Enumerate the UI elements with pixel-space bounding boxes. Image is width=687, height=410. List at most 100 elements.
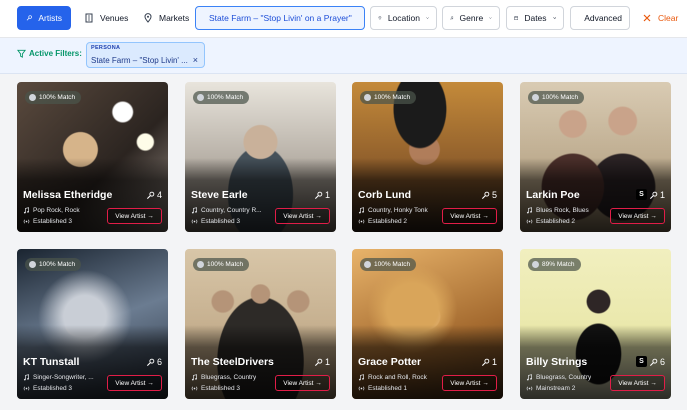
- view-artist-button[interactable]: View Artist →: [610, 208, 665, 224]
- show-count-value: 1: [491, 357, 497, 367]
- venues-tab[interactable]: Venues: [80, 6, 132, 30]
- established-line: Established 2: [526, 218, 575, 225]
- established-line: Established 1: [358, 385, 407, 392]
- microphone-icon: [649, 191, 658, 199]
- show-count-value: 1: [324, 357, 330, 367]
- match-text: 89% Match: [542, 261, 575, 268]
- established-text: Established 3: [201, 218, 241, 225]
- view-artist-button[interactable]: View Artist →: [275, 208, 330, 224]
- genre-text: Bluegrass, Country: [201, 374, 257, 381]
- match-text: 100% Match: [207, 94, 244, 101]
- show-count: 1: [314, 357, 330, 367]
- view-artist-button[interactable]: View Artist →: [610, 375, 665, 391]
- view-artist-button[interactable]: View Artist →: [442, 375, 497, 391]
- artist-name: Melissa Etheridge: [23, 189, 113, 201]
- artist-card[interactable]: 100% Match KT Tunstall 6 Singer-Songwrit…: [17, 249, 168, 399]
- music-note-icon: [23, 374, 29, 381]
- show-count-value: 5: [491, 190, 497, 200]
- artist-card[interactable]: 89% Match Billy Strings S 6 Bluegrass, C…: [520, 249, 671, 399]
- established-text: Mainstream 2: [536, 385, 576, 392]
- chip-remove-button[interactable]: ×: [193, 55, 198, 65]
- signal-icon: [191, 386, 198, 391]
- advanced-filter[interactable]: Advanced: [570, 6, 630, 30]
- artist-card[interactable]: 100% Match Steve Earle 1 Country, Countr…: [185, 82, 336, 232]
- chevron-down-icon: [552, 17, 556, 20]
- show-count-value: 1: [324, 190, 330, 200]
- artist-card[interactable]: 100% Match Melissa Etheridge 4 Pop Rock,…: [17, 82, 168, 232]
- show-count: 5: [481, 190, 497, 200]
- chip-title: PERSONA: [91, 45, 121, 51]
- persona-select-label: State Farm – "Stop Livin' on a Prayer": [209, 13, 352, 23]
- clear-button[interactable]: Clear: [638, 6, 682, 30]
- location-filter-label: Location: [387, 13, 420, 23]
- artist-name: Steve Earle: [191, 189, 248, 201]
- active-filters-text: Active Filters:: [29, 49, 82, 58]
- match-dot-icon: [29, 261, 36, 268]
- established-line: Established 2: [358, 218, 407, 225]
- view-artist-button[interactable]: View Artist →: [442, 208, 497, 224]
- top-toolbar: Artists Venues Markets State Farm – "Sto…: [0, 0, 687, 38]
- match-badge: 100% Match: [193, 258, 250, 271]
- microphone-icon: [314, 358, 323, 366]
- match-dot-icon: [364, 94, 371, 101]
- building-icon: [85, 13, 93, 23]
- signal-icon: [358, 386, 365, 391]
- close-icon: [643, 14, 651, 22]
- match-badge: 89% Match: [528, 258, 581, 271]
- signal-icon: [358, 219, 365, 224]
- dates-filter-label: Dates: [524, 13, 547, 23]
- established-text: Established 1: [368, 385, 408, 392]
- match-badge: 100% Match: [25, 258, 82, 271]
- microphone-icon: [481, 358, 490, 366]
- show-count: 4: [146, 190, 162, 200]
- chevron-down-icon: [426, 17, 429, 19]
- artist-card[interactable]: 100% Match Grace Potter 1 Rock and Roll,…: [352, 249, 503, 399]
- artist-card[interactable]: 100% Match Corb Lund 5 Country, Honky To…: [352, 82, 503, 232]
- markets-tab[interactable]: Markets: [139, 6, 193, 30]
- established-text: Established 3: [33, 218, 73, 225]
- show-count-value: 1: [659, 190, 665, 200]
- match-dot-icon: [197, 94, 204, 101]
- markets-tab-label: Markets: [159, 13, 190, 23]
- match-dot-icon: [532, 261, 539, 268]
- artist-name: Larkin Poe: [526, 189, 580, 201]
- genre-line: Country, Honky Tonk: [358, 207, 428, 214]
- music-note-icon: [526, 374, 532, 381]
- match-dot-icon: [29, 94, 36, 101]
- genre-filter[interactable]: Genre: [442, 6, 500, 30]
- chevron-down-icon: [489, 17, 492, 19]
- established-line: Mainstream 2: [526, 385, 575, 392]
- artist-name: Grace Potter: [358, 356, 422, 368]
- established-line: Established 3: [23, 385, 72, 392]
- established-text: Established 3: [201, 385, 241, 392]
- music-note-icon: [191, 207, 197, 214]
- artist-card[interactable]: 100% Match The SteelDrivers 1 Bluegrass,…: [185, 249, 336, 399]
- active-filters-label: Active Filters:: [17, 49, 82, 58]
- match-text: 100% Match: [374, 94, 411, 101]
- location-filter[interactable]: Location: [370, 6, 437, 30]
- show-count-value: 4: [156, 190, 162, 200]
- genre-line: Rock and Roll, Rock: [358, 374, 427, 381]
- persona-select[interactable]: State Farm – "Stop Livin' on a Prayer": [195, 6, 365, 30]
- microphone-icon: [314, 191, 323, 199]
- artist-name: KT Tunstall: [23, 356, 80, 368]
- established-line: Established 3: [191, 385, 240, 392]
- show-count-value: 6: [659, 357, 665, 367]
- microphone-icon: [146, 358, 155, 366]
- genre-line: Singer-Songwriter, ...: [23, 374, 94, 381]
- genre-text: Country, Country R...: [201, 207, 262, 214]
- view-artist-button[interactable]: View Artist →: [107, 375, 162, 391]
- dates-filter[interactable]: Dates: [506, 6, 564, 30]
- artist-card[interactable]: 100% Match Larkin Poe S 1 Blues Rock, Bl…: [520, 82, 671, 232]
- artists-tab[interactable]: Artists: [17, 6, 71, 30]
- genre-line: Bluegrass, Country: [526, 374, 591, 381]
- match-text: 100% Match: [39, 94, 76, 101]
- music-note-icon: [358, 374, 364, 381]
- calendar-icon: [514, 16, 519, 20]
- view-artist-button[interactable]: View Artist →: [107, 208, 162, 224]
- match-dot-icon: [532, 94, 539, 101]
- match-dot-icon: [364, 261, 371, 268]
- spotify-icon: S: [636, 189, 647, 200]
- artists-tab-label: Artists: [38, 13, 62, 23]
- view-artist-button[interactable]: View Artist →: [275, 375, 330, 391]
